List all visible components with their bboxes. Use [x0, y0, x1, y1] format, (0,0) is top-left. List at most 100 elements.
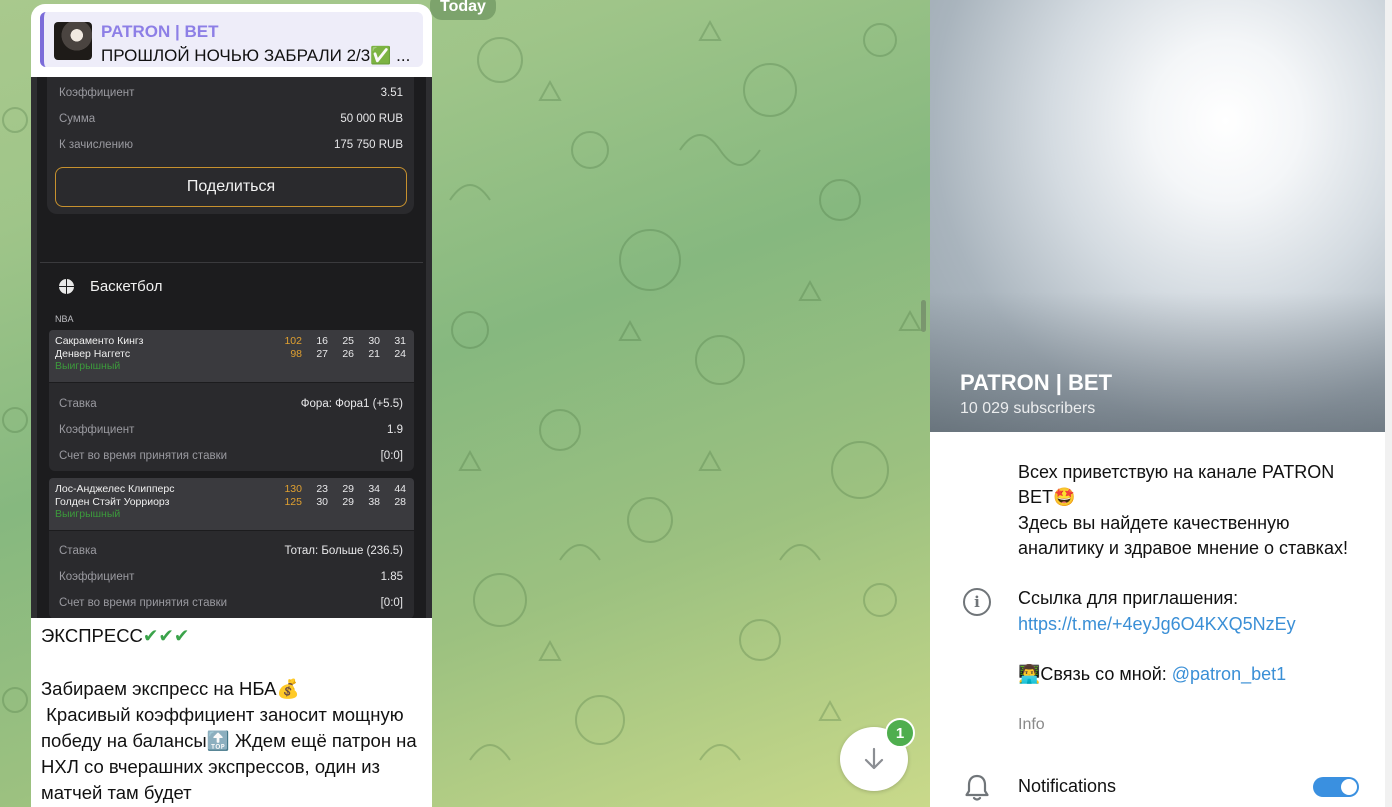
- detail-label: Счет во время принятия ставки: [59, 597, 228, 609]
- message-body: Забираем экспресс на НБА: [41, 678, 277, 699]
- score-cell: 38: [368, 496, 380, 508]
- score-cell: 102: [284, 335, 302, 347]
- notifications-toggle[interactable]: [1313, 777, 1359, 797]
- detail-label: Счет во время принятия ставки: [59, 450, 228, 462]
- detail-label: Коэффициент: [59, 571, 135, 583]
- reply-preview[interactable]: PATRON | BET ПРОШЛОЙ НОЧЬЮ ЗАБРАЛИ 2/3✅ …: [40, 12, 423, 67]
- score-cell: 28: [394, 496, 406, 508]
- score-row: 102 16 25 30 31: [276, 335, 406, 347]
- game-card: Сакраменто Кингз Денвер Наггетс Выигрышн…: [49, 330, 414, 382]
- message-bubble[interactable]: PATRON | BET ПРОШЛОЙ НОЧЬЮ ЗАБРАЛИ 2/3✅ …: [31, 4, 432, 807]
- detail-value: [0:0]: [380, 450, 403, 462]
- score-cell: 98: [290, 348, 302, 360]
- bet-row-value: 175 750 RUB: [333, 139, 403, 151]
- description-line: 👨‍💻Связь со мной: @patron_bet1: [1018, 662, 1368, 687]
- score-cell: 24: [394, 348, 406, 360]
- description-label: Info: [1018, 716, 1045, 733]
- score-cell: 27: [316, 348, 328, 360]
- score-cell: 23: [316, 483, 328, 495]
- money-bag-emoji: 💰: [276, 678, 300, 699]
- basketball-icon: [59, 279, 74, 294]
- description-spacer: [1018, 561, 1368, 586]
- team-name: Лос-Анджелес Клипперс: [55, 483, 175, 495]
- info-scrollbar[interactable]: [1385, 0, 1392, 807]
- score-row: 98 27 26 21 24: [276, 348, 406, 360]
- section-divider: [40, 262, 423, 263]
- channel-info-panel: PATRON | BET 10 029 subscribers i Всех п…: [930, 0, 1392, 807]
- bet-status: Выигрышный: [55, 360, 121, 372]
- message-spacer: [41, 650, 421, 676]
- description-line: https://t.me/+4eyJg6O4KXQ5NzEy: [1018, 612, 1368, 637]
- notifications-label: Notifications: [1018, 776, 1117, 796]
- score-cell: 31: [394, 335, 406, 347]
- score-cell: 130: [284, 483, 302, 495]
- unread-badge: 1: [885, 718, 915, 748]
- invite-link[interactable]: https://t.me/+4eyJg6O4KXQ5NzEy: [1018, 614, 1296, 634]
- game-card: Лос-Анджелес Клипперс Голден Стэйт Уорри…: [49, 478, 414, 530]
- bet-status: Выигрышный: [55, 508, 121, 520]
- message-heading: ЭКСПРЕСС: [41, 625, 143, 646]
- score-row: 130 23 29 34 44: [276, 483, 406, 495]
- detail-value: 1.85: [380, 571, 403, 583]
- top-arrow-emoji: 🔝: [206, 730, 230, 751]
- score-cell: 26: [342, 348, 354, 360]
- message-line: ЭКСПРЕСС✔✔✔: [41, 623, 421, 650]
- score-cell: 34: [368, 483, 380, 495]
- description-line: Всех приветствую на канале PATRON BET🤩: [1018, 460, 1368, 511]
- message-line: Забираем экспресс на НБА💰: [41, 676, 421, 702]
- arrow-down-icon: [864, 747, 884, 770]
- share-button: Поделиться: [55, 167, 407, 207]
- info-icon: i: [963, 588, 991, 616]
- description-spacer: [1018, 637, 1368, 662]
- score-cell: 16: [316, 335, 328, 347]
- league-label: NBA: [55, 314, 74, 324]
- score-row: 125 30 29 38 28: [276, 496, 406, 508]
- bet-row-value: 3.51: [380, 87, 403, 99]
- detail-value: 1.9: [387, 424, 403, 436]
- score-cell: 125: [284, 496, 302, 508]
- team-name: Голден Стэйт Уорриорз: [55, 496, 170, 508]
- bet-row-label: Сумма: [59, 113, 96, 125]
- team-name: Сакраменто Кингз: [55, 335, 144, 347]
- channel-description[interactable]: Всех приветствую на канале PATRON BET🤩 З…: [1018, 460, 1368, 688]
- reply-sender: PATRON | BET: [101, 22, 219, 41]
- message-line: Красивый коэффициент заносит мощную побе…: [41, 702, 421, 806]
- screenshot-gutter-right: [426, 77, 432, 618]
- chat-scrollbar[interactable]: [921, 300, 926, 332]
- bet-row-label: К зачислению: [59, 139, 133, 151]
- subscriber-count: 10 029 subscribers: [960, 400, 1096, 417]
- detail-value: Тотал: Больше (236.5): [284, 545, 403, 557]
- score-cell: 30: [368, 335, 380, 347]
- score-cell: 30: [316, 496, 328, 508]
- reply-text: ПРОШЛОЙ НОЧЬЮ ЗАБРАЛИ 2/3✅ ...: [101, 46, 411, 65]
- detail-value: Фора: Фора1 (+5.5): [300, 398, 403, 410]
- star-struck-emoji: 🤩: [1053, 487, 1076, 508]
- channel-name: PATRON | BET: [960, 370, 1113, 395]
- reply-thumbnail: [54, 22, 92, 60]
- detail-label: Ставка: [59, 545, 97, 557]
- detail-value: [0:0]: [380, 597, 403, 609]
- sport-title: Баскетбол: [90, 278, 163, 295]
- channel-cover-image[interactable]: PATRON | BET 10 029 subscribers: [930, 0, 1385, 432]
- detail-label: Коэффициент: [59, 424, 135, 436]
- description-line: Здесь вы найдете качественную аналитику …: [1018, 512, 1348, 558]
- score-cell: 29: [342, 496, 354, 508]
- score-cell: 44: [394, 483, 406, 495]
- description-line: Ссылка для приглашения:: [1018, 588, 1239, 609]
- score-cell: 29: [342, 483, 354, 495]
- screenshot-gutter-left: [31, 77, 37, 618]
- bet-row-label: Коэффициент: [59, 87, 135, 99]
- chat-area[interactable]: Today PATRON | BET ПРОШЛОЙ НОЧЬЮ ЗАБРАЛИ…: [0, 0, 930, 807]
- bet-screenshot[interactable]: Коэффициент 3.51 Сумма 50 000 RUB К зачи…: [31, 77, 432, 618]
- contact-text: Связь со мной:: [1040, 664, 1172, 685]
- technologist-emoji: 👨‍💻: [1018, 664, 1041, 685]
- message-text[interactable]: ЭКСПРЕСС✔✔✔ Забираем экспресс на НБА💰 Кр…: [41, 623, 421, 806]
- check-mark-emoji: ✔✔✔: [142, 626, 190, 647]
- team-name: Денвер Наггетс: [55, 348, 131, 360]
- score-cell: 21: [368, 348, 380, 360]
- bell-icon: [965, 774, 989, 801]
- detail-label: Ставка: [59, 398, 97, 410]
- date-separator: Today: [430, 0, 496, 20]
- contact-handle-link[interactable]: @patron_bet1: [1172, 664, 1286, 684]
- score-cell: 25: [342, 335, 354, 347]
